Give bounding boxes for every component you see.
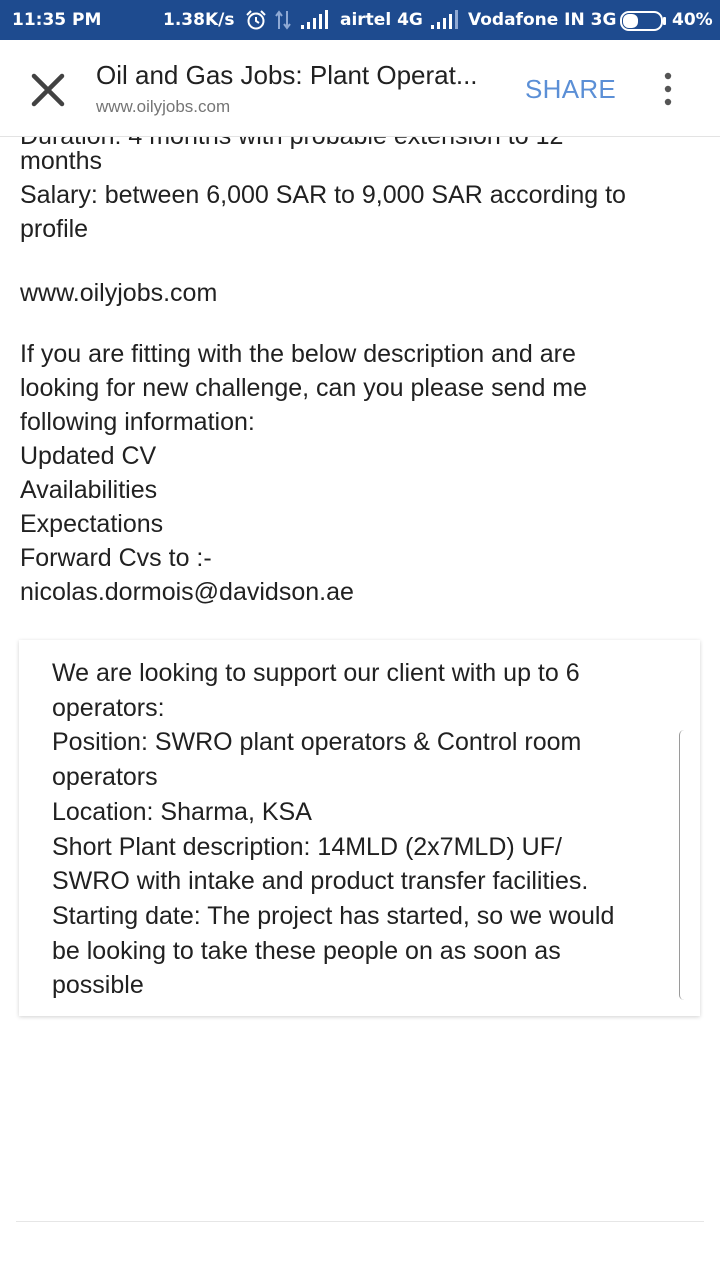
page-content: Duration: 4 months with probable extensi… bbox=[0, 137, 720, 1280]
more-vert-icon bbox=[664, 72, 672, 106]
text-line: Position: SWRO plant operators & Control… bbox=[52, 728, 582, 757]
text-line: be looking to take these people on as so… bbox=[52, 936, 561, 965]
text-line: Starting date: The project has started, … bbox=[52, 901, 615, 930]
quote-scrollbar[interactable] bbox=[679, 730, 684, 1000]
text-line: months bbox=[20, 147, 102, 175]
text-line: We are looking to support our client wit… bbox=[52, 659, 580, 687]
battery-icon bbox=[620, 11, 666, 31]
close-icon bbox=[31, 73, 65, 107]
page-url: www.oilyjobs.com bbox=[96, 97, 231, 116]
text-line: Short Plant description: 14MLD (2x7MLD) … bbox=[52, 832, 562, 861]
status-bar: 11:35 PM 1.38K/s airtel 4G Vodafone IN 3… bbox=[0, 0, 720, 40]
page-title: Oil and Gas Jobs: Plant Operat... bbox=[96, 60, 478, 90]
text-line: looking for new challenge, can you pleas… bbox=[20, 374, 588, 402]
text-line: Updated CV bbox=[20, 442, 157, 470]
signal-icon bbox=[301, 10, 328, 29]
quote-text: We are looking to support our client wit… bbox=[52, 656, 692, 1003]
text-line: possible bbox=[52, 971, 144, 1000]
signal-icon bbox=[431, 10, 458, 29]
data-transfer-icon bbox=[275, 10, 291, 30]
text-line: Availabilities bbox=[20, 476, 158, 504]
carrier-2: Vodafone IN 3G bbox=[468, 10, 617, 30]
status-time: 11:35 PM bbox=[12, 10, 102, 30]
request-paragraph: If you are fitting with the below descri… bbox=[20, 337, 700, 609]
text-line: SWRO with intake and product transfer fa… bbox=[52, 867, 589, 896]
text-line: Location: Sharma, KSA bbox=[52, 797, 312, 826]
carrier-1: airtel 4G bbox=[340, 10, 423, 30]
alarm-icon bbox=[246, 10, 266, 30]
text-line: Forward Cvs to :- bbox=[20, 544, 212, 572]
quoted-job-description: We are looking to support our client wit… bbox=[19, 640, 700, 1016]
divider bbox=[16, 1221, 704, 1222]
text-line: following information: bbox=[20, 408, 255, 436]
text-line: If you are fitting with the below descri… bbox=[20, 340, 576, 368]
network-speed: 1.38K/s bbox=[163, 10, 235, 30]
text-line: Expectations bbox=[20, 510, 164, 538]
salary-paragraph: months Salary: between 6,000 SAR to 9,00… bbox=[20, 144, 700, 246]
email-link[interactable]: nicolas.dormois@davidson.ae bbox=[20, 575, 700, 609]
close-button[interactable] bbox=[28, 70, 68, 110]
custom-tab-toolbar: Oil and Gas Jobs: Plant Operat... www.oi… bbox=[0, 40, 720, 137]
share-button[interactable]: SHARE bbox=[525, 74, 616, 105]
text-line: profile bbox=[20, 215, 89, 243]
battery-percent: 40% bbox=[672, 10, 713, 30]
text-line: operators: bbox=[52, 693, 165, 722]
text-line: operators bbox=[52, 763, 158, 792]
website-link[interactable]: www.oilyjobs.com bbox=[20, 276, 700, 310]
more-options-button[interactable] bbox=[656, 70, 680, 110]
text-line: Salary: between 6,000 SAR to 9,000 SAR a… bbox=[20, 181, 626, 209]
